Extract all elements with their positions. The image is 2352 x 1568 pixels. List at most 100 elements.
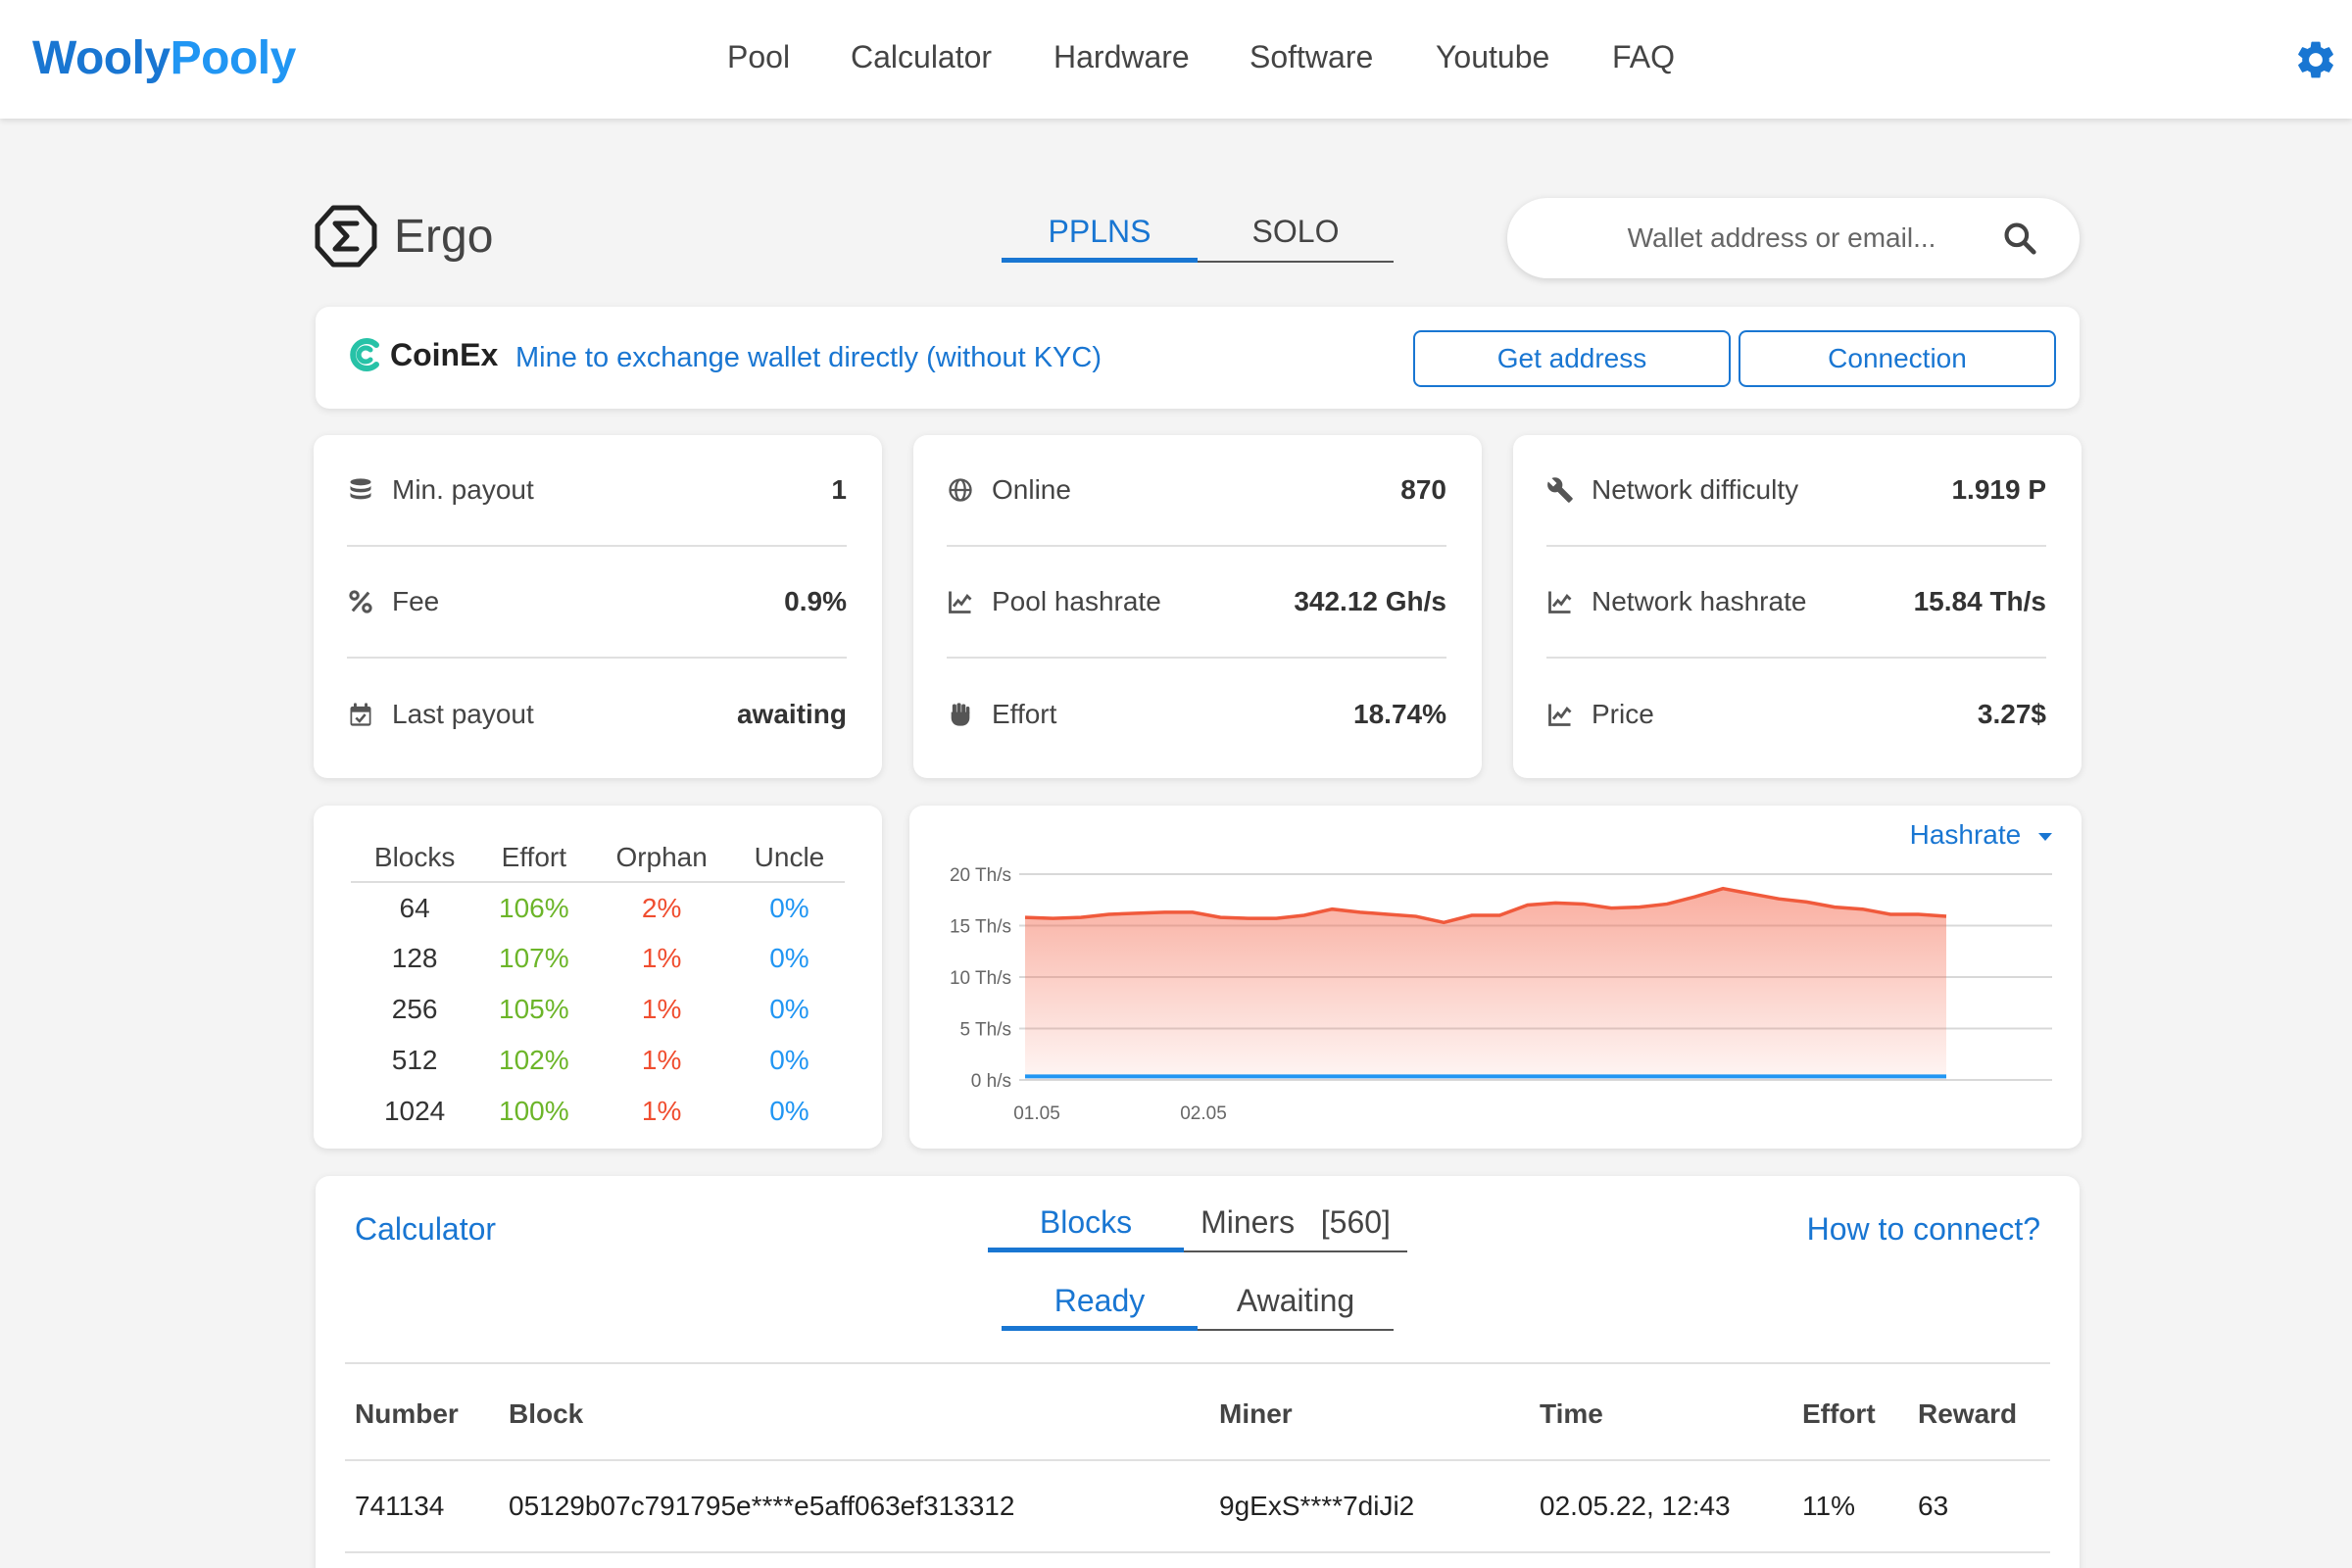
series-area	[1025, 888, 1946, 1080]
tab-pplns[interactable]: PPLNS	[1002, 208, 1198, 263]
cell-effort: 102%	[499, 1045, 569, 1075]
chart-type-dropdown[interactable]: Hashrate	[1910, 819, 2054, 851]
ergo-logo-icon	[315, 205, 377, 268]
y-tick-label: 5 Th/s	[960, 1020, 1011, 1041]
mode-tabs: PPLNS SOLO	[1002, 208, 1394, 263]
cell-orphan: 1%	[641, 994, 682, 1024]
cell-miner[interactable]: 9gExS****7diJi2	[1209, 1460, 1530, 1553]
y-tick-label: 0 h/s	[971, 1071, 1011, 1092]
blocks-miners-card: Calculator How to connect? Blocks Miners…	[316, 1176, 2080, 1568]
cell-effort: 106%	[499, 892, 569, 923]
y-tick-label: 10 Th/s	[950, 968, 1011, 989]
cell-blocks: 512	[391, 1045, 438, 1075]
col-number[interactable]: Number	[345, 1368, 499, 1461]
tab-solo[interactable]: SOLO	[1198, 208, 1394, 263]
tab-awaiting[interactable]: Awaiting	[1198, 1278, 1394, 1331]
coinex-message-link[interactable]: Mine to exchange wallet directly (withou…	[515, 342, 1102, 374]
search-box	[1507, 198, 2080, 278]
cell-blocks: 256	[391, 994, 438, 1024]
cell-uncle: 0%	[769, 943, 809, 973]
stat-min-payout: Min. payout 1	[347, 435, 847, 547]
cell-effort: 107%	[499, 943, 569, 973]
col-block[interactable]: Block	[499, 1368, 1209, 1461]
col-reward[interactable]: Reward	[1908, 1368, 2050, 1461]
stat-effort: Effort 18.74%	[947, 659, 1446, 770]
coins-icon	[350, 478, 371, 500]
stat-label: Pool hashrate	[992, 586, 1161, 616]
stat-label: Fee	[392, 586, 440, 616]
coin-name: Ergo	[394, 211, 494, 263]
nav-pool[interactable]: Pool	[727, 39, 790, 75]
stat-label: Network hashrate	[1592, 586, 1807, 616]
y-tick-label: 20 Th/s	[950, 865, 1011, 886]
col-time[interactable]: Time	[1530, 1368, 1792, 1461]
stat-value: 3.27$	[1977, 699, 2046, 729]
x-tick-label: 01.05	[1013, 1103, 1060, 1124]
how-to-connect-link[interactable]: How to connect?	[1807, 1211, 2040, 1248]
cell-effort: 105%	[499, 994, 569, 1024]
table-row: 512 102% 1% 0%	[351, 1035, 845, 1086]
cell-uncle: 0%	[769, 1045, 809, 1075]
chart-line-icon	[1548, 704, 1572, 726]
col-effort: Effort	[478, 833, 590, 883]
cell-orphan: 1%	[641, 1096, 682, 1126]
blocks-stats-table: Blocks Effort Orphan Uncle 64 106% 2% 0%…	[351, 833, 845, 1137]
col-miner[interactable]: Miner	[1209, 1368, 1530, 1461]
cell-orphan: 1%	[641, 1045, 682, 1075]
stat-value: 1	[831, 474, 847, 505]
tab-blocks[interactable]: Blocks	[988, 1200, 1184, 1252]
y-tick-label: 15 Th/s	[950, 917, 1011, 938]
table-row: 128 107% 1% 0%	[351, 933, 845, 984]
blocks-stats-card: Blocks Effort Orphan Uncle 64 106% 2% 0%…	[314, 806, 882, 1149]
col-effort[interactable]: Effort	[1792, 1368, 1908, 1461]
cell-time: 02.05.22, 12:43	[1530, 1460, 1792, 1553]
nav-faq[interactable]: FAQ	[1612, 39, 1675, 75]
stat-label: Min. payout	[392, 474, 534, 505]
stat-value: 0.9%	[784, 586, 847, 616]
chart-dropdown-label: Hashrate	[1909, 819, 2022, 850]
search-input[interactable]	[1566, 216, 1997, 261]
coinex-brand[interactable]: CoinEx	[347, 336, 498, 373]
blocks-miners-tabs: Blocks Miners [560]	[988, 1200, 1407, 1252]
cell-reward: 63	[1908, 1460, 2050, 1553]
calculator-link[interactable]: Calculator	[355, 1211, 496, 1248]
stat-value: 18.74%	[1353, 699, 1446, 729]
nav-calculator[interactable]: Calculator	[851, 39, 992, 75]
table-row: 1024 100% 1% 0%	[351, 1086, 845, 1137]
table-row[interactable]: 741134 05129b07c791795e****e5aff063ef313…	[345, 1460, 2050, 1553]
connection-button[interactable]: Connection	[1739, 330, 2056, 387]
col-blocks: Blocks	[351, 833, 479, 883]
percent-icon	[349, 590, 372, 613]
stat-network-hashrate: Network hashrate 15.84 Th/s	[1546, 547, 2046, 659]
cell-uncle: 0%	[769, 994, 809, 1024]
get-address-button[interactable]: Get address	[1413, 330, 1731, 387]
nav-software[interactable]: Software	[1250, 39, 1373, 75]
cell-orphan: 1%	[641, 943, 682, 973]
cell-block-hash[interactable]: 05129b07c791795e****e5aff063ef313312	[499, 1460, 1209, 1553]
stat-value: awaiting	[736, 699, 847, 729]
fist-icon	[951, 703, 970, 726]
coinex-brand-text: CoinEx	[390, 336, 499, 372]
cell-number: 741134	[345, 1460, 499, 1553]
block-status-tabs: Ready Awaiting	[1002, 1278, 1394, 1331]
stat-price: Price 3.27$	[1546, 659, 2046, 770]
nav-youtube[interactable]: Youtube	[1436, 39, 1549, 75]
coinex-banner: CoinEx Mine to exchange wallet directly …	[316, 307, 2080, 409]
cell-uncle: 0%	[769, 1096, 809, 1126]
search-icon[interactable]	[2001, 220, 2038, 257]
hashrate-chart: 20 Th/s 15 Th/s 10 Th/s 5 Th/s 0 h/s01.05 02.…	[950, 865, 2052, 1124]
tab-ready[interactable]: Ready	[1002, 1278, 1198, 1331]
nav-hardware[interactable]: Hardware	[1054, 39, 1190, 75]
gear-icon[interactable]	[2293, 37, 2338, 82]
stat-network-difficulty: Network difficulty 1.919 P	[1546, 435, 2046, 547]
cell-orphan: 2%	[641, 892, 682, 923]
col-uncle: Uncle	[733, 833, 845, 883]
cell-blocks: 64	[399, 892, 430, 923]
tab-miners[interactable]: Miners [560]	[1184, 1200, 1407, 1252]
chart-line-icon	[1548, 591, 1572, 613]
stat-online: Online 870	[947, 435, 1446, 547]
caret-down-icon	[2038, 833, 2052, 841]
chart-line-icon	[949, 591, 972, 613]
payout-stats-card: Min. payout 1 Fee 0.9% Last payout await…	[314, 435, 882, 778]
cell-uncle: 0%	[769, 892, 809, 923]
